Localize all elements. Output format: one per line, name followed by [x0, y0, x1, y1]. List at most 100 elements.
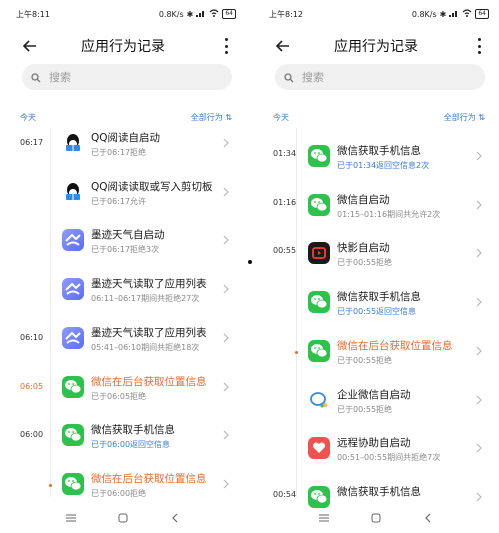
- entry-subtitle: 已于06:17拒绝: [91, 148, 147, 157]
- search-icon: [284, 68, 294, 87]
- behavior-entry[interactable]: 微信在后台获取位置信息 已于00:55拒绝: [253, 338, 499, 386]
- kuaiying-icon: [308, 242, 330, 264]
- entry-title: 微信获取手机信息: [91, 424, 175, 436]
- entry-subtitle: 06:11–06:17期间共拒绝27次: [91, 294, 200, 303]
- behavior-entry[interactable]: QQ阅读读取或写入剪切板 已于06:17允许: [0, 179, 246, 227]
- filter-label: 全部行为: [443, 113, 476, 122]
- signal-icon: [196, 9, 206, 19]
- wechat-icon: [308, 145, 330, 167]
- wework-icon: [308, 389, 330, 411]
- search-bar[interactable]: 搜索: [275, 64, 485, 90]
- chevron-right-icon: [222, 478, 230, 490]
- entry-subtitle: 已于00:55返回空信息: [337, 307, 417, 316]
- entry-title: 微信在后台获取位置信息: [91, 376, 207, 388]
- separator-dot: [248, 260, 252, 264]
- entry-time: 06:17: [20, 138, 44, 147]
- home-icon[interactable]: [370, 512, 382, 524]
- chevron-right-icon: [222, 283, 230, 295]
- behavior-entry[interactable]: 06:10 墨迹天气读取了应用列表 05:41–06:10期间共拒绝18次: [0, 325, 246, 373]
- home-icon[interactable]: [117, 512, 129, 524]
- behavior-entry[interactable]: 06:17 QQ阅读自启动 已于06:17拒绝: [0, 130, 246, 178]
- bluetooth-icon: ✱: [186, 9, 194, 19]
- behavior-entry[interactable]: 00:55 快影自启动 已于00:55拒绝: [253, 240, 499, 288]
- behavior-entry[interactable]: 06:05 微信在后台获取位置信息 已于06:05拒绝: [0, 374, 246, 422]
- status-time: 上午8:12: [269, 10, 303, 19]
- chevron-right-icon: [475, 199, 483, 211]
- signal-icon: [449, 9, 459, 19]
- today-label: 今天: [20, 113, 36, 122]
- chevron-right-icon: [475, 491, 483, 503]
- filter-dropdown[interactable]: 全部行为 ⇅: [191, 112, 232, 123]
- entry-subtitle: 00:51–00:55期间共拒绝7次: [337, 453, 441, 462]
- search-placeholder: 搜索: [302, 71, 324, 84]
- behavior-entry[interactable]: 微信获取手机信息 已于00:55返回空信息: [253, 289, 499, 337]
- entry-title: 微信在后台获取位置信息: [337, 340, 453, 352]
- right-phone-screen: 上午8:12 0.8K/s ✱ 64 应用行为记录 搜索 今天 全部行为 ⇅ 0…: [253, 0, 499, 533]
- system-nav-bar: [0, 503, 246, 533]
- entry-title: 微信获取手机信息: [337, 486, 421, 498]
- entry-title: 墨迹天气读取了应用列表: [91, 278, 207, 290]
- behavior-entry[interactable]: 远程协助自启动 00:51–00:55期间共拒绝7次: [253, 435, 499, 483]
- wechat-icon: [308, 340, 330, 362]
- chevron-right-icon: [475, 442, 483, 454]
- chevron-right-icon: [475, 345, 483, 357]
- filter-dropdown[interactable]: 全部行为 ⇅: [444, 112, 485, 123]
- chevron-right-icon: [222, 381, 230, 393]
- behavior-entry[interactable]: 01:16 微信自启动 01:15–01:16期间共允许2次: [253, 192, 499, 240]
- entry-title: 微信获取手机信息: [337, 291, 421, 303]
- wifi-icon: [462, 9, 472, 19]
- menu-icon[interactable]: [318, 512, 330, 524]
- system-nav-bar: [253, 503, 499, 533]
- wechat-icon: [62, 473, 84, 495]
- qq-read-icon: [62, 132, 84, 154]
- behavior-entry[interactable]: 企业微信自启动 已于00:55拒绝: [253, 387, 499, 435]
- search-bar[interactable]: 搜索: [22, 64, 232, 90]
- entry-time: 01:34: [273, 149, 297, 158]
- entry-subtitle: 已于06:17允许: [91, 197, 147, 206]
- entry-title: 快影自启动: [337, 242, 390, 254]
- entry-subtitle: 01:15–01:16期间共允许2次: [337, 210, 441, 219]
- warning-dot: [295, 351, 298, 354]
- remote-assist-icon: [308, 437, 330, 459]
- chevron-right-icon: [475, 150, 483, 162]
- more-options-icon[interactable]: [475, 38, 483, 54]
- more-options-icon[interactable]: [222, 38, 230, 54]
- status-bar: 上午8:12 0.8K/s ✱ 64: [269, 9, 489, 23]
- entry-time: 06:10: [20, 333, 44, 342]
- status-icons: 0.8K/s ✱ 64: [412, 9, 489, 19]
- entry-time: 06:05: [20, 382, 44, 391]
- entry-title: 墨迹天气读取了应用列表: [91, 327, 207, 339]
- entry-time: 01:16: [273, 198, 297, 207]
- behavior-entry[interactable]: 墨迹天气自启动 已于06:17拒绝3次: [0, 227, 246, 275]
- page-title: 应用行为记录: [81, 39, 165, 55]
- status-icons: 0.8K/s ✱ 64: [159, 9, 236, 19]
- weather-icon: [62, 278, 84, 300]
- weather-icon: [62, 229, 84, 251]
- chevron-right-icon: [475, 394, 483, 406]
- behavior-entry[interactable]: 01:34 微信获取手机信息 已于01:34返回空信息2次: [253, 143, 499, 191]
- qq-read-icon: [62, 181, 84, 203]
- back-icon[interactable]: [422, 512, 434, 524]
- entry-subtitle: 05:41–06:10期间共拒绝18次: [91, 343, 200, 352]
- search-icon: [31, 68, 41, 87]
- behavior-entry[interactable]: 墨迹天气读取了应用列表 06:11–06:17期间共拒绝27次: [0, 276, 246, 324]
- behavior-entry[interactable]: 06:00 微信获取手机信息 已于06:00返回空信息: [0, 422, 246, 470]
- wechat-icon: [308, 291, 330, 313]
- menu-icon[interactable]: [65, 512, 77, 524]
- chevron-right-icon: [222, 137, 230, 149]
- today-label: 今天: [273, 113, 289, 122]
- entry-title: 微信获取手机信息: [337, 145, 421, 157]
- entry-title: 企业微信自启动: [337, 389, 411, 401]
- warning-dot: [49, 484, 52, 487]
- entry-subtitle: 已于06:00返回空信息: [91, 440, 171, 449]
- wechat-icon: [62, 376, 84, 398]
- entry-time: 00:54: [273, 490, 297, 499]
- weather-icon: [62, 327, 84, 349]
- entry-title: 微信自启动: [337, 194, 390, 206]
- entry-title: 远程协助自启动: [337, 437, 411, 449]
- section-header: 今天 全部行为 ⇅: [273, 112, 485, 126]
- chevron-right-icon: [475, 296, 483, 308]
- chevron-right-icon: [222, 332, 230, 344]
- entry-subtitle: 已于00:55拒绝: [337, 356, 393, 365]
- back-icon[interactable]: [169, 512, 181, 524]
